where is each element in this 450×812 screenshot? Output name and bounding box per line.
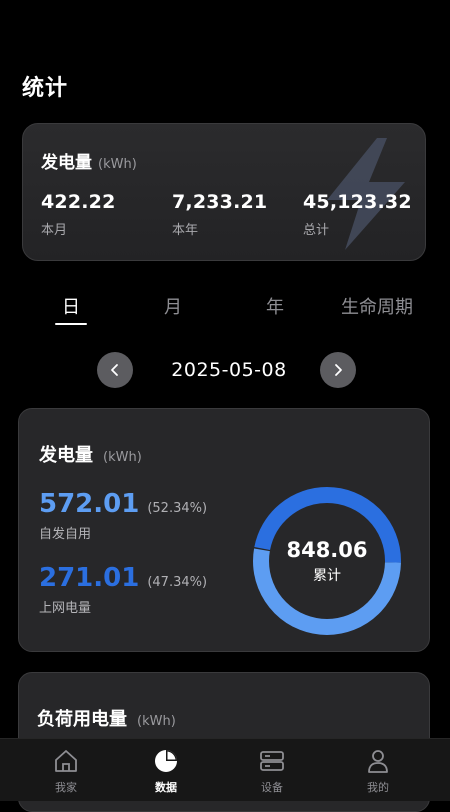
grid-value: 271.01 [39, 563, 140, 593]
next-date-button[interactable] [320, 352, 356, 388]
self-use-value: 572.01 [39, 489, 140, 519]
nav-home-label: 我家 [55, 781, 77, 794]
generation-summary-card: 发电量 (kWh) 422.22 本月 7,233.21 本年 45,123.3… [22, 123, 426, 261]
summary-unit: (kWh) [98, 157, 137, 172]
nav-profile[interactable]: 我的 [338, 747, 418, 795]
stat-year-value: 7,233.21 [172, 191, 268, 213]
nav-device[interactable]: 设备 [232, 747, 312, 795]
load-header: 负荷用电量 (kWh) [37, 705, 176, 731]
load-unit: (kWh) [137, 714, 176, 729]
stat-month-value: 422.22 [41, 191, 116, 213]
nav-data-label: 数据 [155, 781, 177, 794]
grid-metric: 271.01 (47.34%) 上网电量 [39, 563, 207, 616]
home-icon [55, 750, 77, 772]
bottom-navigation: 我家 数据 设备 我的 [0, 738, 450, 801]
nav-profile-label: 我的 [367, 781, 389, 794]
period-tabs: 日 月 年 生命周期 [0, 293, 450, 333]
stat-total-label: 总计 [303, 223, 330, 238]
device-icon [260, 751, 284, 771]
self-use-label: 自发自用 [39, 527, 92, 542]
self-use-percent: (52.34%) [147, 501, 208, 516]
active-tab-indicator [55, 323, 87, 325]
profile-icon [368, 750, 388, 773]
total-label: 累计 [313, 567, 341, 584]
generation-title: 发电量 [39, 445, 93, 466]
load-title: 负荷用电量 [37, 709, 127, 730]
stat-year-label: 本年 [172, 223, 199, 238]
stat-year: 7,233.21 本年 [172, 191, 267, 238]
date-selector: 2025-05-08 [0, 351, 450, 389]
grid-label: 上网电量 [39, 601, 92, 616]
summary-title: 发电量 [41, 153, 92, 173]
generation-unit: (kWh) [103, 450, 142, 465]
grid-percent: (47.34%) [147, 575, 208, 590]
summary-header: 发电量 (kWh) [41, 148, 137, 173]
nav-data[interactable]: 数据 [126, 747, 206, 795]
tab-month[interactable]: 月 [164, 293, 182, 319]
stat-month-label: 本月 [41, 223, 68, 238]
tab-lifetime[interactable]: 生命周期 [341, 293, 413, 319]
generation-header: 发电量 (kWh) [39, 441, 142, 467]
page-title: 统计 [22, 76, 69, 101]
total-value: 848.06 [286, 537, 368, 562]
stat-month: 422.22 本月 [41, 191, 116, 238]
stat-total: 45,123.32 总计 [303, 191, 412, 238]
nav-device-label: 设备 [261, 781, 283, 794]
current-date[interactable]: 2025-05-08 [0, 359, 450, 381]
pie-chart-icon [155, 750, 177, 772]
nav-home[interactable]: 我家 [26, 747, 106, 795]
generation-card: 发电量 (kWh) 572.01 (52.34%) 自发自用 271.01 (4… [18, 408, 430, 652]
donut-center: 848.06 累计 [251, 485, 403, 637]
tab-day[interactable]: 日 [62, 293, 80, 319]
tab-year[interactable]: 年 [266, 293, 284, 319]
self-use-metric: 572.01 (52.34%) 自发自用 [39, 489, 207, 542]
stat-total-value: 45,123.32 [303, 191, 412, 213]
chevron-right-icon [335, 364, 342, 376]
